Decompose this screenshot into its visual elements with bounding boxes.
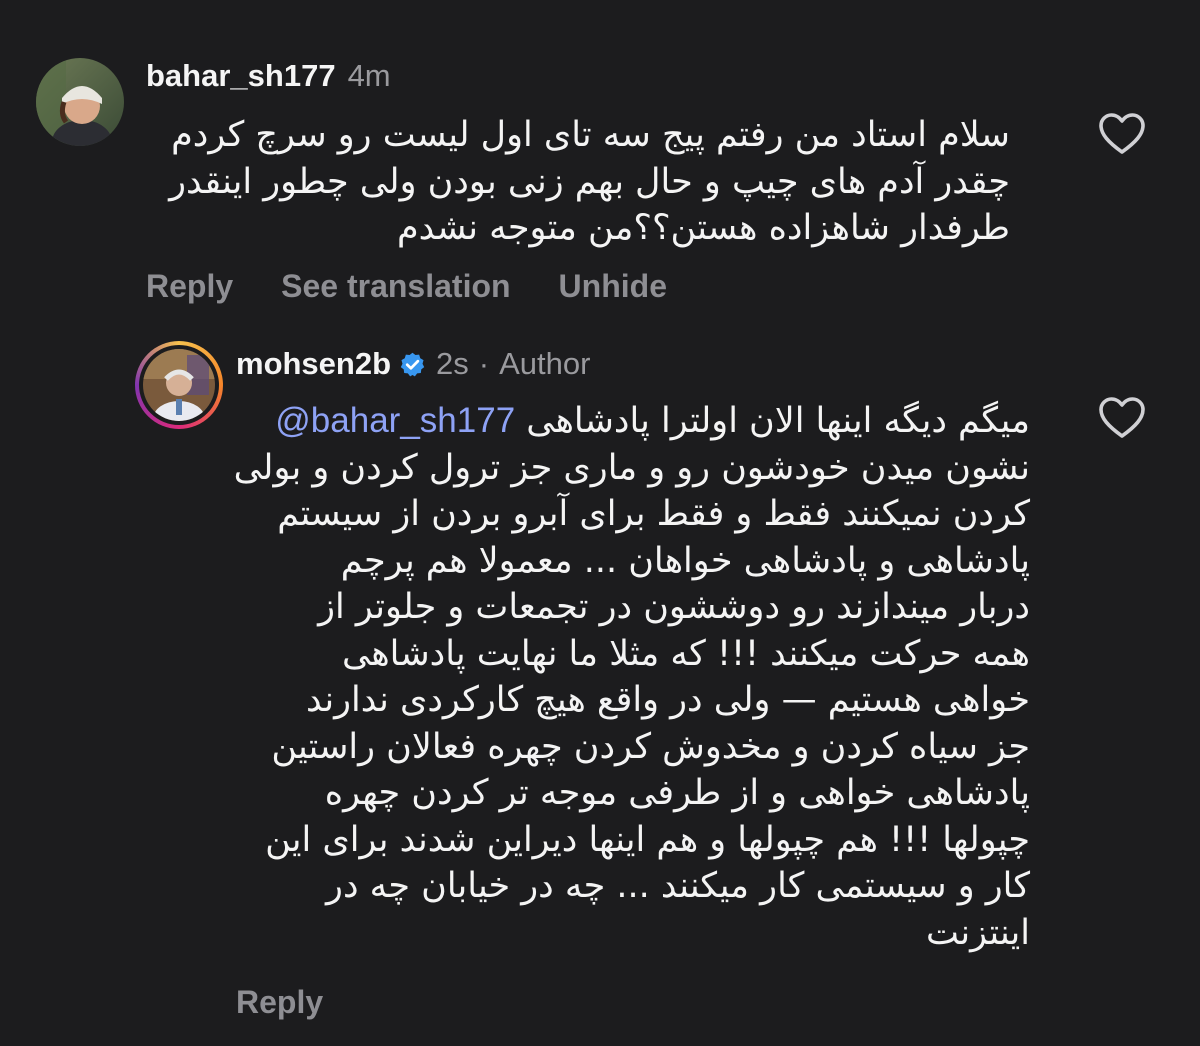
reply-button[interactable]: Reply [236, 984, 323, 1021]
comment-timestamp: 2s [436, 346, 469, 381]
comment-text-line: پادشاهی و پادشاهی خواهان ... معمولا هم پ… [340, 540, 1030, 581]
comment-text: سلام استاد من رفتم پیج سه تای اول لیست ر… [130, 112, 1010, 252]
comment-text-line: جز سیاه کردن و مخدوش کردن چهره فعالان را… [271, 726, 1030, 767]
comment-text-line: نشون میدن خودشون رو و ماری جز ترول کردن … [233, 447, 1030, 488]
comment-text-line: طرفدار شاهزاده هستن؟؟من متوجه نشدم [396, 208, 1010, 248]
comment-text-line: کار و سیستمی کار میکنند ... چه در خیابان… [326, 866, 1030, 906]
avatar-story-ring[interactable] [135, 341, 223, 429]
comment-text-line: همه حرکت میکنند !!! که مثلا ما نهایت پاد… [342, 633, 1030, 674]
comment-username[interactable]: bahar_sh177 [146, 58, 336, 94]
comment-text-line: خواهی هستیم — ولی در واقع هیچ کارکردی ند… [305, 680, 1030, 720]
avatar-photo-icon [36, 58, 124, 146]
comment-text-line: پادشاهی خواهی و از طرفی موجه تر کردن چهر… [324, 773, 1030, 813]
comment-text: میگم دیگه اینها الان اولترا پادشاهی @bah… [230, 398, 1030, 956]
verified-badge-icon [400, 352, 425, 376]
avatar[interactable] [36, 58, 124, 146]
comment-text-line: چپولها !!! هم چپولها و هم اینها دیراین ش… [265, 819, 1030, 860]
heart-outline-icon[interactable] [1098, 112, 1146, 156]
avatar-photo-icon [143, 349, 215, 421]
comment-text-line: دربار میندازند رو دوششون در تجمعات و جلو… [318, 587, 1030, 627]
separator-dot: · [478, 346, 490, 381]
comment-timestamp: 4m [347, 58, 391, 93]
mention-link[interactable]: @bahar_sh177 [275, 401, 515, 440]
reply-button[interactable]: Reply [146, 268, 233, 305]
comment-text-line: اینتزنت [925, 912, 1030, 953]
comment-username[interactable]: mohsen2b [236, 346, 391, 382]
see-translation-button[interactable]: See translation [281, 268, 510, 305]
comment-text-line: سلام استاد من رفتم پیج سه تای اول لیست ر… [171, 115, 1010, 155]
comment-text-line: میگم دیگه اینها الان اولترا پادشاهی @bah… [230, 398, 1030, 445]
comment-text-line: کردن نمیکنند فقط و فقط برای آبرو بردن از… [277, 494, 1030, 534]
author-badge: Author [499, 346, 591, 381]
mention-text: میگم دیگه اینها الان اولترا پادشاهی [526, 401, 1030, 441]
comment-text-line: چقدر آدم های چیپ و حال بهم زنی بودن ولی … [169, 161, 1010, 202]
unhide-button[interactable]: Unhide [559, 268, 667, 305]
heart-outline-icon[interactable] [1098, 396, 1146, 440]
